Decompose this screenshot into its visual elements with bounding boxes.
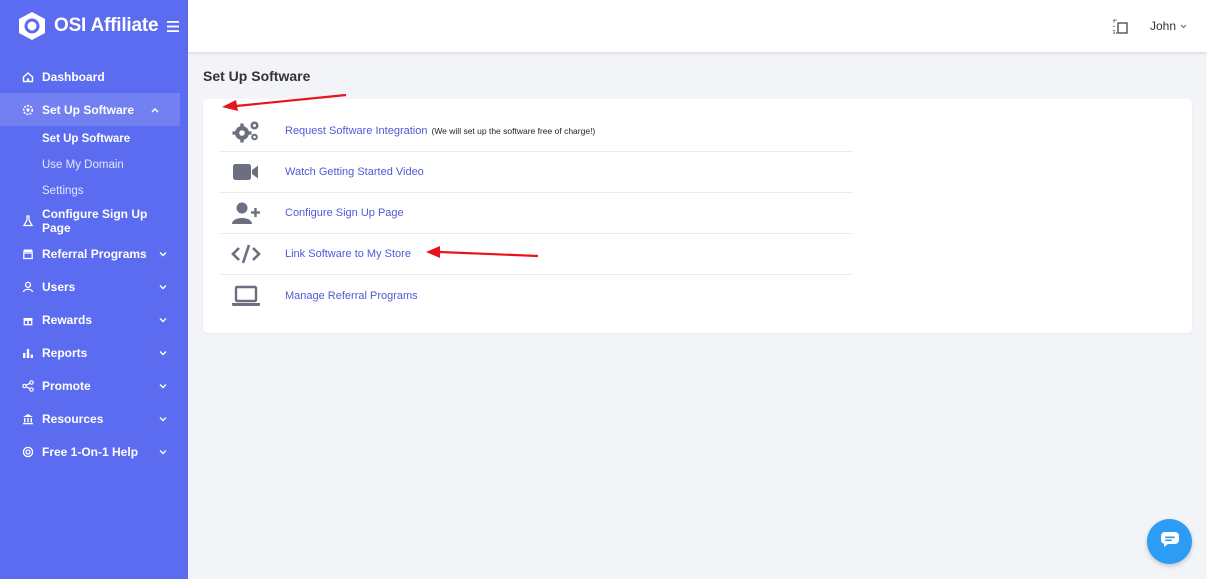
hamburger-menu-icon[interactable] (167, 18, 180, 35)
fullscreen-icon[interactable] (1113, 18, 1129, 34)
gears-icon (231, 118, 261, 144)
chevron-down-icon (158, 315, 168, 325)
sidebar-item-label: Promote (42, 378, 91, 393)
list-item: Manage Referral Programs (219, 275, 853, 316)
sidebar-item-label: Dashboard (42, 69, 105, 84)
list-item: Request Software Integration (We will se… (219, 111, 853, 152)
user-icon (21, 280, 35, 294)
hexagon-logo-icon (17, 11, 47, 41)
sidebar-item-reports[interactable]: Reports (0, 336, 188, 369)
free-setup-note: (We will set up the software free of cha… (431, 126, 596, 136)
sidebar-item-configure-sign-up-page[interactable]: Configure Sign Up Page (0, 204, 188, 237)
link-software-to-my-store-link[interactable]: Link Software to My Store (285, 248, 411, 260)
sidebar-item-resources[interactable]: Resources (0, 402, 188, 435)
share-icon (21, 379, 35, 393)
brand-name: OSI Affiliate (54, 15, 159, 36)
laptop-icon (231, 283, 261, 309)
chevron-down-icon (158, 447, 168, 457)
sidebar-subitem-use-my-domain[interactable]: Use My Domain (0, 152, 188, 178)
sidebar-item-free-help[interactable]: Free 1-On-1 Help (0, 435, 188, 468)
sidebar-item-users[interactable]: Users (0, 270, 188, 303)
sidebar-item-label: Reports (42, 345, 88, 360)
chevron-down-icon (158, 282, 168, 292)
sidebar-subitem-settings[interactable]: Settings (0, 178, 188, 204)
gear-icon (21, 103, 35, 117)
list-item: Configure Sign Up Page (219, 193, 853, 234)
bar-chart-icon (21, 346, 35, 360)
bank-icon (21, 412, 35, 426)
sidebar-subitem-set-up-software[interactable]: Set Up Software (0, 126, 188, 152)
brand: OSI Affiliate (0, 0, 188, 52)
watch-getting-started-video-link[interactable]: Watch Getting Started Video (285, 166, 424, 178)
configure-sign-up-page-link[interactable]: Configure Sign Up Page (285, 207, 404, 219)
flask-icon (21, 214, 35, 228)
sidebar-item-label: Set Up Software (42, 102, 135, 117)
chat-button[interactable] (1147, 519, 1192, 564)
setup-card: Request Software Integration (We will se… (203, 99, 1192, 333)
request-software-integration-link[interactable]: Request Software Integration (285, 125, 427, 137)
sidebar-item-label: Referral Programs (42, 246, 147, 261)
sidebar-item-rewards[interactable]: Rewards (0, 303, 188, 336)
chevron-down-icon (158, 381, 168, 391)
list-item: Watch Getting Started Video (219, 152, 853, 193)
sidebar-item-label: Configure Sign Up Page (42, 206, 148, 235)
user-menu[interactable]: John (1150, 19, 1187, 33)
sidebar-item-dashboard[interactable]: Dashboard (0, 60, 188, 93)
sidebar-item-label: Resources (42, 411, 104, 426)
chevron-down-icon (158, 414, 168, 424)
sidebar-item-label: Rewards (42, 312, 93, 327)
user-plus-icon (231, 200, 261, 226)
store-icon (21, 247, 35, 261)
chevron-down-icon (1180, 24, 1187, 29)
home-icon (21, 70, 35, 84)
chevron-down-icon (158, 249, 168, 259)
chevron-up-icon (150, 105, 160, 115)
lifebuoy-icon (21, 445, 35, 459)
gift-icon (21, 313, 35, 327)
sidebar: OSI Affiliate Dashboard Set Up Software … (0, 0, 188, 579)
user-name: John (1149, 19, 1176, 33)
sidebar-item-label: Free 1-On-1 Help (42, 444, 139, 459)
video-camera-icon (231, 159, 261, 185)
chevron-down-icon (158, 348, 168, 358)
sidebar-item-label: Users (42, 279, 76, 294)
manage-referral-programs-link[interactable]: Manage Referral Programs (285, 290, 418, 302)
sidebar-item-set-up-software[interactable]: Set Up Software (0, 93, 180, 126)
chat-icon (1160, 531, 1180, 552)
page-title: Set Up Software (203, 68, 311, 84)
sidebar-subnav: Set Up Software Use My Domain Settings (0, 126, 188, 204)
sidebar-item-promote[interactable]: Promote (0, 369, 188, 402)
sidebar-nav: Dashboard Set Up Software Set Up Softwar… (0, 60, 188, 468)
code-icon (231, 241, 261, 267)
topbar: John (188, 0, 1207, 52)
sidebar-item-referral-programs[interactable]: Referral Programs (0, 237, 188, 270)
list-item: Link Software to My Store (219, 234, 853, 275)
